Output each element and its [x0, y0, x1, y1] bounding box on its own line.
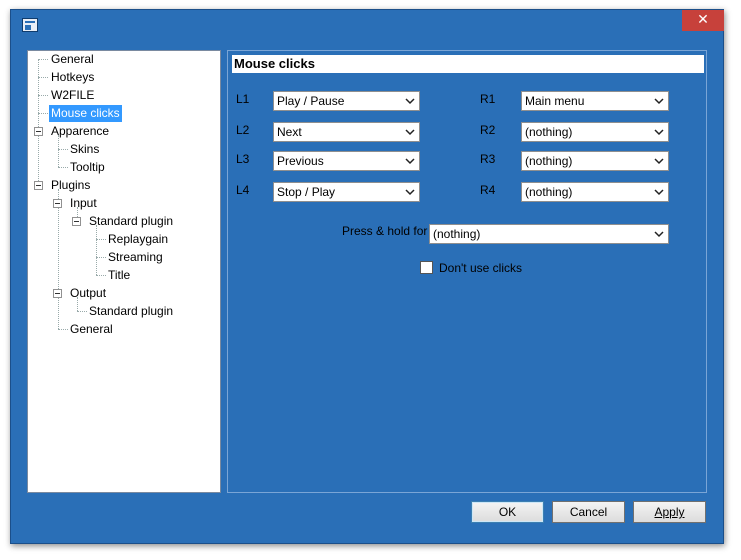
l4-label: L4 — [236, 183, 250, 197]
apply-label: Apply — [654, 505, 685, 519]
chevron-down-icon — [654, 98, 664, 105]
l3-dropdown[interactable]: Previous — [273, 151, 420, 171]
l2-dropdown[interactable]: Next — [273, 122, 420, 142]
tree-item-input[interactable]: Input — [70, 195, 97, 212]
l1-dropdown[interactable]: Play / Pause — [273, 91, 420, 111]
tree-item-replaygain[interactable]: Replaygain — [108, 231, 168, 248]
cancel-button[interactable]: Cancel — [552, 501, 625, 523]
input-collapse-icon[interactable] — [53, 199, 62, 208]
ok-button[interactable]: OK — [471, 501, 544, 523]
chevron-down-icon — [405, 189, 415, 196]
l1-label: L1 — [236, 92, 250, 106]
dont-use-clicks-checkbox[interactable] — [420, 261, 433, 274]
r2-label: R2 — [480, 123, 496, 137]
chevron-down-icon — [654, 231, 664, 238]
r3-value: (nothing) — [525, 154, 573, 168]
chevron-down-icon — [654, 189, 664, 196]
tree-item-hotkeys[interactable]: Hotkeys — [51, 69, 94, 86]
tree-item-general[interactable]: General — [51, 51, 94, 68]
dont-use-clicks-label[interactable]: Don't use clicks — [439, 261, 522, 275]
mouse-clicks-panel: Mouse clicks L1 Play / Pause L2 Next L3 … — [227, 50, 707, 493]
l2-label: L2 — [236, 123, 250, 137]
apparence-collapse-icon[interactable] — [34, 127, 43, 136]
r3-label: R3 — [480, 152, 496, 166]
r2-dropdown[interactable]: (nothing) — [521, 122, 669, 142]
l2-value: Next — [277, 125, 302, 139]
panel-title: Mouse clicks — [232, 55, 704, 73]
r3-dropdown[interactable]: (nothing) — [521, 151, 669, 171]
standard-plugin-collapse-icon[interactable] — [72, 217, 81, 226]
tree-item-standard-plugin-output[interactable]: Standard plugin — [89, 303, 173, 320]
chevron-down-icon — [654, 129, 664, 136]
tree-item-title[interactable]: Title — [108, 267, 130, 284]
tree-item-streaming[interactable]: Streaming — [108, 249, 163, 266]
l3-value: Previous — [277, 154, 324, 168]
l4-value: Stop / Play — [277, 185, 336, 199]
tree-item-apparence[interactable]: Apparence — [51, 123, 109, 140]
tree-item-tooltip[interactable]: Tooltip — [70, 159, 105, 176]
tree-item-output[interactable]: Output — [70, 285, 106, 302]
chevron-down-icon — [405, 158, 415, 165]
r4-dropdown[interactable]: (nothing) — [521, 182, 669, 202]
output-collapse-icon[interactable] — [53, 289, 62, 298]
apply-button[interactable]: Apply — [633, 501, 706, 523]
l4-dropdown[interactable]: Stop / Play — [273, 182, 420, 202]
press-hold-dropdown[interactable]: (nothing) — [429, 224, 669, 244]
r1-label: R1 — [480, 92, 496, 106]
settings-tree[interactable]: General Hotkeys W2FILE Mouse clicks Appa… — [27, 50, 221, 493]
tree-item-standard-plugin-input[interactable]: Standard plugin — [89, 213, 173, 230]
r1-value: Main menu — [525, 94, 585, 108]
chevron-down-icon — [405, 129, 415, 136]
press-hold-value: (nothing) — [433, 227, 481, 241]
l3-label: L3 — [236, 152, 250, 166]
press-hold-label: Press & hold for : — [342, 224, 435, 238]
r4-label: R4 — [480, 183, 496, 197]
app-icon — [22, 18, 38, 32]
tree-item-mouse-clicks[interactable]: Mouse clicks — [49, 105, 122, 122]
tree-item-skins[interactable]: Skins — [70, 141, 99, 158]
tree-item-plugins[interactable]: Plugins — [51, 177, 90, 194]
chevron-down-icon — [654, 158, 664, 165]
tree-item-general-plugins[interactable]: General — [70, 321, 113, 338]
r1-dropdown[interactable]: Main menu — [521, 91, 669, 111]
r2-value: (nothing) — [525, 125, 573, 139]
r4-value: (nothing) — [525, 185, 573, 199]
preferences-window: ✕ General Hotkeys W2FILE Mouse clicks Ap… — [10, 9, 724, 544]
plugins-collapse-icon[interactable] — [34, 181, 43, 190]
tree-item-w2file[interactable]: W2FILE — [51, 87, 94, 104]
l1-value: Play / Pause — [277, 94, 345, 108]
chevron-down-icon — [405, 98, 415, 105]
close-button[interactable]: ✕ — [682, 10, 724, 31]
